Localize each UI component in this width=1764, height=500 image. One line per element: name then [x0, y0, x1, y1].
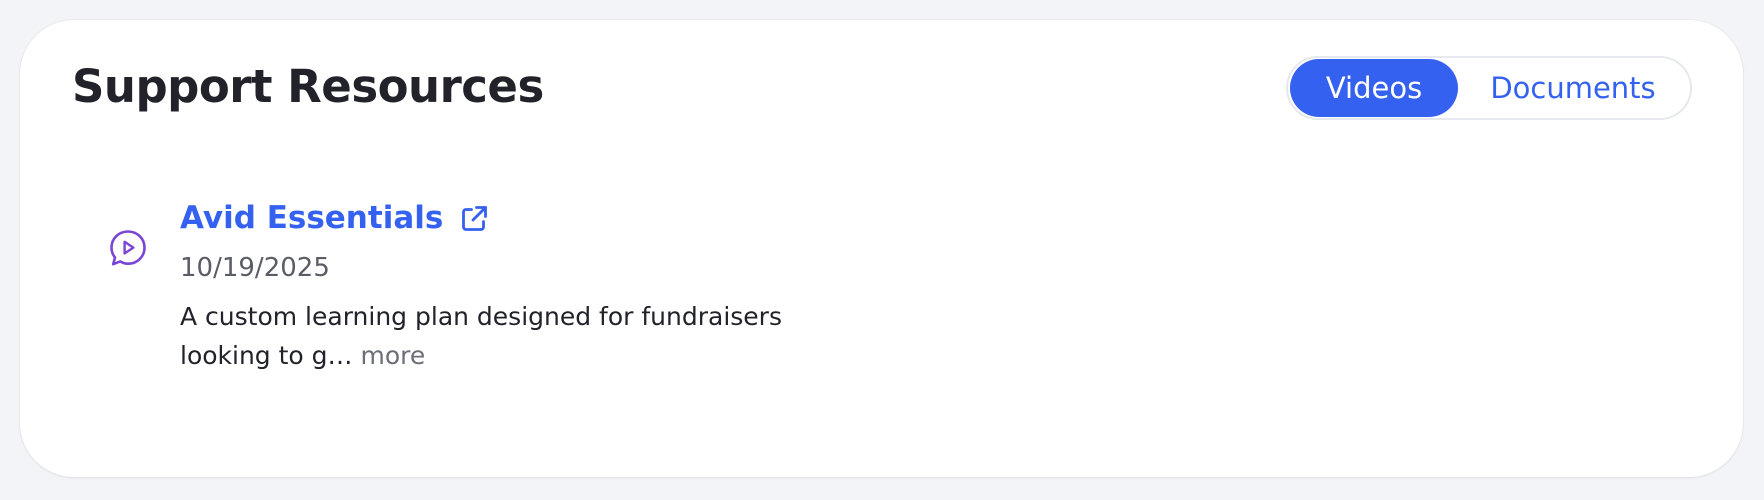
external-link-icon[interactable]: [459, 204, 489, 234]
video-chat-icon: [110, 230, 146, 266]
more-link[interactable]: more: [361, 341, 426, 370]
resource-date: 10/19/2025: [180, 253, 330, 283]
resource-list-item: Avid Essentials 10/19/2025 A custom lear…: [88, 198, 848, 398]
resource-body: Avid Essentials 10/19/2025 A custom lear…: [180, 198, 860, 375]
resource-title-link[interactable]: Avid Essentials: [180, 200, 443, 237]
resource-title-row: Avid Essentials: [180, 198, 860, 240]
videos-tab[interactable]: Videos: [1290, 59, 1458, 117]
resource-description: A custom learning plan designed for fund…: [180, 297, 860, 375]
card-title: Support Resources: [72, 60, 544, 113]
documents-tab[interactable]: Documents: [1458, 59, 1688, 117]
resource-type-toggle: Videos Documents: [1286, 56, 1692, 120]
resource-description-text: A custom learning plan designed for fund…: [180, 301, 782, 370]
support-resources-card: Support Resources Videos Documents Avid …: [20, 20, 1743, 477]
